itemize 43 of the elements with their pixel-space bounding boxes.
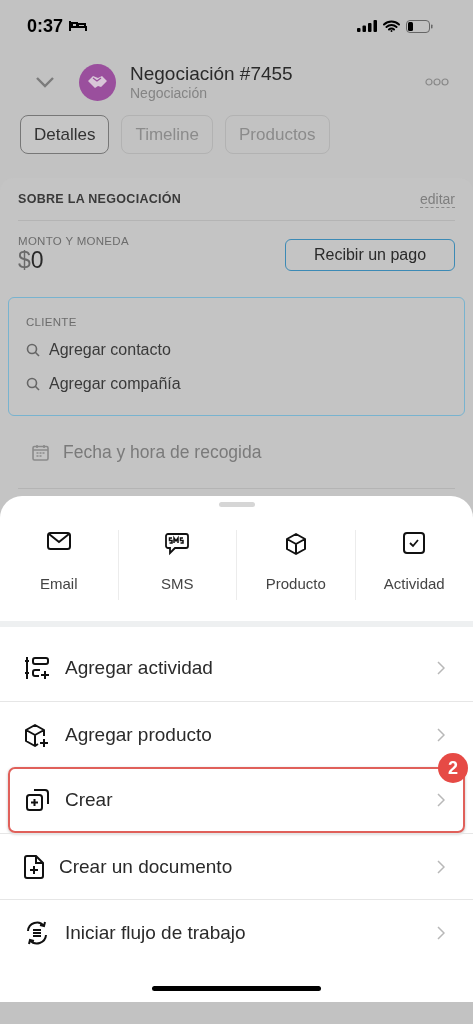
signal-icon [357,20,377,32]
field-label: MONTO Y MONEDA [18,235,129,247]
chevron-right-icon [437,793,445,807]
menu-item[interactable]: Iniciar flujo de trabajo [0,899,473,965]
battery-icon [406,19,433,33]
quick-action-button[interactable]: Email [0,530,118,600]
chevron-right-icon [437,925,445,940]
bed-icon [69,20,88,32]
chevron-right-icon [437,859,445,874]
quick-action-button[interactable]: Actividad [354,530,473,600]
status-time: 0:37 [27,15,64,37]
quick-action-button[interactable]: SMS [117,530,236,600]
chevron-down-icon[interactable] [35,76,55,88]
search-icon [26,342,40,357]
tab[interactable]: Detalles [20,115,110,154]
handshake-icon [79,63,116,101]
wifi-icon [383,20,400,32]
section-title: SOBRE LA NEGOCIACIÓN [18,192,182,206]
more-icon[interactable] [425,78,449,86]
add-client-link[interactable]: Agregar contacto [49,340,171,359]
menu-item[interactable]: Agregar actividad [0,635,473,701]
quick-action-button[interactable]: Producto [236,530,355,600]
cube-icon [283,532,308,556]
workflow-cycle-icon [24,919,50,946]
checkbox-icon [403,532,426,554]
chevron-right-icon [437,661,445,675]
deal-subtitle: Negociación [130,85,209,101]
cube-plus-icon [24,721,50,748]
calendar-icon [32,443,49,461]
menu-item[interactable]: Crear un documento [0,833,473,899]
search-icon [26,376,40,391]
copy-plus-icon [26,788,50,812]
deal-title: Negociación #7455 [130,63,294,85]
receive-payment-button[interactable]: Recibir un pago [285,238,455,271]
add-client-link[interactable]: Agregar compañía [49,374,181,393]
amount-value: $0 [18,247,45,274]
document-plus-icon [24,854,44,879]
activity-list-plus-icon [24,656,50,680]
field-label: CLIENTE [26,316,78,328]
sms-bubble-icon [165,532,190,556]
chevron-right-icon [437,727,445,742]
envelope-icon [46,532,71,550]
sheet-handle[interactable] [218,502,255,507]
